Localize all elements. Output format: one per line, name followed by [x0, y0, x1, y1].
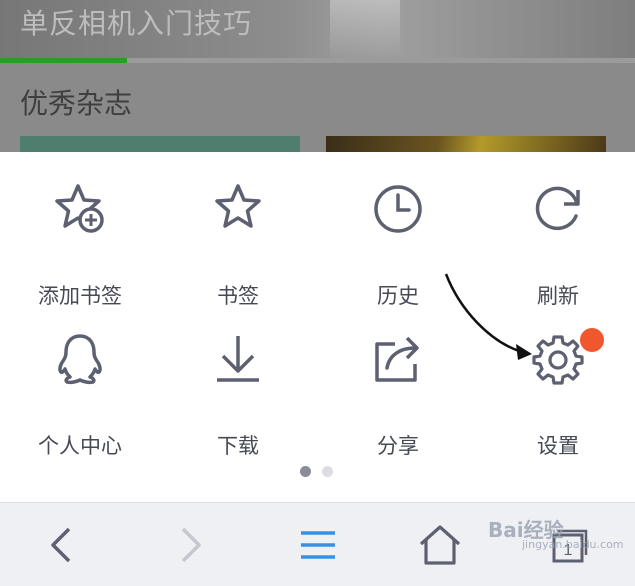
- browser-menu-panel: 添加书签 书签 历史 刷新 个人中心 下载 分享 设置: [0, 152, 635, 502]
- menu-item-add-bookmark[interactable]: 添加书签: [0, 182, 160, 308]
- qq-penguin-icon: [58, 334, 102, 385]
- annotation-arrow: [444, 273, 532, 360]
- download-icon: [217, 336, 259, 382]
- forward-button[interactable]: [150, 503, 230, 586]
- watermark-url: jingyan.baidu.com: [522, 538, 624, 551]
- menu-item-label: 添加书签: [38, 284, 122, 308]
- page-indicator-dot: [322, 466, 333, 477]
- menu-item-label: 设置: [537, 434, 579, 458]
- menu-item-label: 书签: [217, 284, 259, 308]
- bookmark-star-icon: [215, 184, 261, 228]
- back-icon: [51, 527, 71, 562]
- history-clock-icon: [374, 185, 422, 233]
- page-load-progress-fill: [0, 58, 127, 63]
- menu-item-label: 分享: [377, 434, 419, 458]
- back-button[interactable]: [22, 503, 102, 586]
- page-load-progress: [0, 58, 635, 63]
- home-icon: [419, 524, 461, 565]
- menu-item-personal-center[interactable]: 个人中心: [0, 332, 160, 458]
- settings-notification-badge: [578, 326, 606, 354]
- magazine-thumbnail: [326, 136, 606, 152]
- menu-item-download[interactable]: 下载: [158, 332, 318, 458]
- refresh-icon: [535, 186, 580, 231]
- home-button[interactable]: [400, 503, 480, 586]
- page-indicator-dot-active: [300, 466, 311, 477]
- magazine-thumbnail: [20, 136, 300, 152]
- menu-item-label: 下载: [217, 434, 259, 458]
- background-page: 单反相机入门技巧 优秀杂志: [0, 0, 635, 152]
- menu-button[interactable]: [278, 503, 358, 586]
- banner-title: 单反相机入门技巧: [20, 7, 253, 40]
- share-icon: [375, 336, 419, 382]
- add-bookmark-star-icon: [55, 184, 104, 233]
- menu-item-bookmarks[interactable]: 书签: [158, 182, 318, 308]
- menu-icon: [301, 530, 335, 559]
- forward-icon: [181, 527, 201, 562]
- section-title: 优秀杂志: [20, 87, 133, 120]
- banner-figure: [330, 0, 400, 58]
- menu-item-label: 个人中心: [38, 434, 122, 458]
